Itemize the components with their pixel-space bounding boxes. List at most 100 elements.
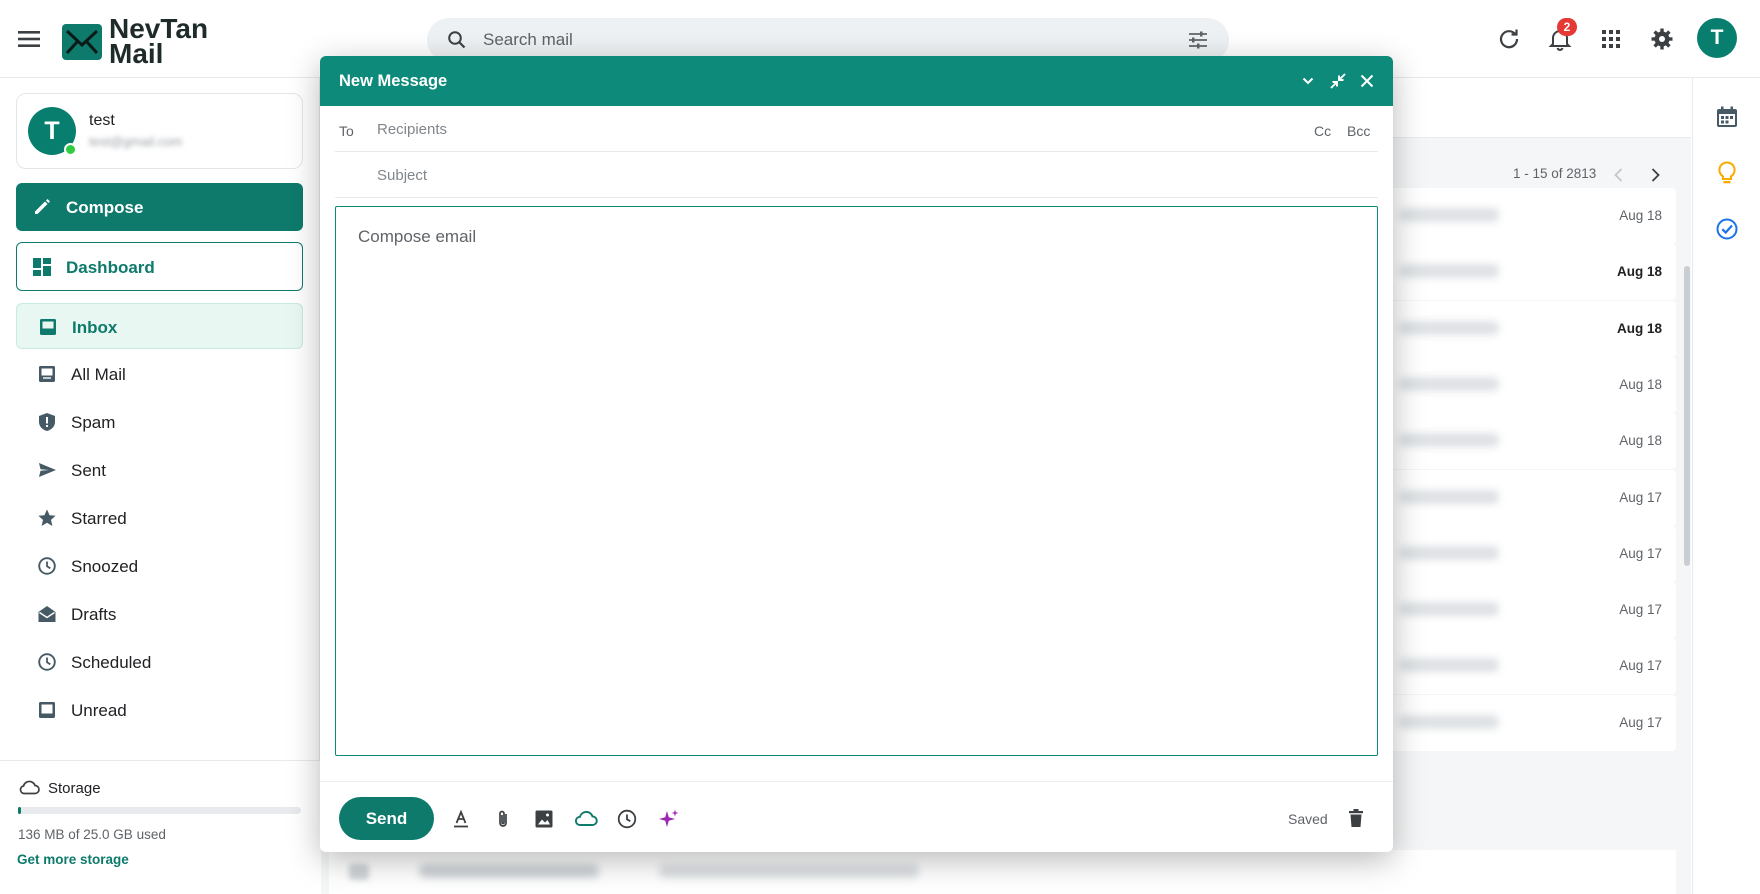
account-email: test@gmail.com [89,134,183,149]
tasks-check-icon[interactable] [1714,216,1740,242]
search-input[interactable] [483,26,1083,54]
sidebar-item-label: Unread [71,701,127,720]
compose-body [335,206,1378,756]
row-checkbox [349,864,369,880]
online-status-indicator [64,143,77,156]
ai-sparkle-icon[interactable] [658,808,680,830]
refresh-icon[interactable] [1496,26,1522,52]
sidebar-item-drafts[interactable]: Drafts [16,591,303,637]
dashboard-label: Dashboard [66,258,155,277]
sidebar-item-sent[interactable]: Sent [16,447,303,493]
row-date: Aug 18 [1616,264,1662,280]
chevron-left-icon[interactable] [1608,164,1630,186]
compose-footer: Send Saved [320,781,1393,852]
drive-cloud-icon[interactable] [573,808,599,830]
app-logo-text[interactable]: NevTan Mail [109,15,208,69]
insert-image-icon[interactable] [533,808,555,830]
unread-icon [39,702,55,718]
apps-grid-icon[interactable] [1598,26,1624,52]
chevron-right-icon[interactable] [1644,164,1666,186]
close-icon[interactable] [1357,71,1377,91]
sidebar-item-label: Sent [71,461,106,480]
sidebar-item-unread[interactable]: Unread [16,687,303,733]
sidebar-item-snoozed[interactable]: Snoozed [16,543,303,589]
text-format-icon[interactable] [450,808,472,830]
table-row[interactable] [329,850,1676,894]
compose-label: Compose [66,198,144,217]
search-icon[interactable] [447,30,467,50]
get-more-storage-link[interactable]: Get more storage [17,852,129,867]
to-label: To [339,123,354,139]
row-sender [419,864,599,878]
right-rail [1692,78,1760,894]
recipients-input[interactable] [377,115,1257,143]
trash-icon[interactable] [1345,807,1367,829]
row-date: Aug 17 [1619,658,1662,674]
account-name: test [89,112,115,129]
sidebar-item-label: Spam [71,413,116,432]
row-date: Aug 18 [1619,208,1662,223]
row-date: Aug 18 [1619,376,1662,392]
sidebar-item-label: All Mail [71,365,126,384]
row-date: Aug 17 [1619,489,1662,505]
clock-icon [38,653,56,671]
dashboard-icon [33,258,51,276]
row-preview [1399,264,1499,279]
dashboard-button[interactable]: Dashboard [16,242,303,291]
compose-header: New Message [320,56,1393,106]
row-date: Aug 17 [1619,602,1662,618]
row-preview [1399,320,1499,335]
list-scrollbar[interactable] [1684,266,1690,566]
send-icon [39,463,56,477]
menu-icon[interactable] [14,27,44,51]
storage-used-text: 136 MB of 25.0 GB used [18,827,166,842]
sidebar-item-label: Snoozed [71,557,139,576]
row-preview [1399,208,1499,222]
draft-status: Saved [1288,811,1328,827]
all-mail-icon [39,366,55,382]
sidebar-item-inbox[interactable]: Inbox [16,303,303,349]
compose-body-textarea[interactable] [336,207,1377,755]
drafts-icon [38,606,56,622]
account-card[interactable]: T test test@gmail.com [16,93,303,169]
attach-paperclip-icon[interactable] [492,808,514,830]
user-avatar[interactable]: T [1697,18,1737,58]
row-date: Aug 17 [1619,714,1662,730]
compose-dialog: New Message To Cc Bcc Send [320,56,1393,852]
storage-panel: Storage 136 MB of 25.0 GB used Get more … [0,760,320,894]
row-preview [1399,489,1499,504]
row-preview [1399,376,1499,391]
logo-line-2: Mail [109,38,164,69]
subject-field-row [335,152,1378,198]
row-date: Aug 18 [1619,433,1662,449]
row-date: Aug 18 [1616,320,1662,336]
keep-lightbulb-icon[interactable] [1714,160,1740,186]
search-filter-icon[interactable] [1187,30,1209,50]
sidebar-item-spam[interactable]: Spam [16,399,303,445]
sidebar: T test test@gmail.com Compose Dashboard … [0,78,320,894]
collapse-arrows-icon[interactable] [1328,71,1348,91]
sidebar-item-label: Scheduled [71,653,152,672]
sidebar-item-starred[interactable]: Starred [16,495,303,541]
bcc-button[interactable]: Bcc [1347,123,1370,139]
calendar-icon[interactable] [1714,104,1740,130]
cc-button[interactable]: Cc [1314,123,1331,139]
sidebar-item-all-mail[interactable]: All Mail [16,351,303,397]
compose-button[interactable]: Compose [16,183,303,231]
row-subject [659,864,919,878]
pagination-text: 1 - 15 of 2813 [1513,166,1597,181]
sidebar-item-label: Starred [71,509,127,528]
notification-badge: 2 [1557,18,1577,36]
row-preview [1399,433,1499,448]
send-button[interactable]: Send [339,797,434,840]
compose-title: New Message [339,72,448,90]
storage-title: Storage [48,780,101,797]
subject-input[interactable] [377,161,1257,189]
minimize-chevron-icon[interactable] [1298,71,1318,91]
sidebar-item-scheduled[interactable]: Scheduled [16,639,303,685]
sidebar-item-label: Drafts [71,605,117,624]
schedule-clock-icon[interactable] [616,808,638,830]
inbox-icon [40,319,56,335]
row-preview [1399,658,1499,673]
settings-gear-icon[interactable] [1649,26,1675,52]
